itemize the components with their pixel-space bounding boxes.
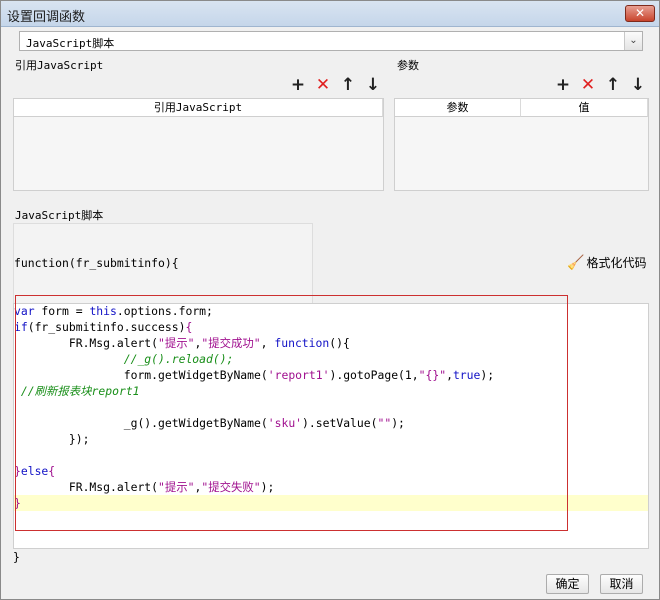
param-up-icon[interactable]: ↑ — [604, 76, 622, 94]
closing-brace: } — [13, 550, 20, 564]
format-code-label: 格式化代码 — [586, 256, 647, 270]
move-up-icon[interactable]: ↑ — [339, 76, 357, 94]
annotation-red-box — [15, 295, 568, 531]
add-param-icon[interactable]: + — [554, 76, 572, 94]
title-bar[interactable]: 设置回调函数 ✕ — [1, 1, 659, 27]
add-icon[interactable]: + — [289, 76, 307, 94]
referenced-js-column-header[interactable]: 引用JavaScript — [14, 99, 383, 117]
param-column-header[interactable]: 参数 — [395, 99, 521, 117]
value-column-header[interactable]: 值 — [521, 99, 648, 117]
script-type-value: JavaScript脚本 — [26, 37, 115, 50]
referenced-js-label: 引用JavaScript — [15, 59, 104, 72]
chevron-down-icon[interactable]: ⌄ — [624, 32, 642, 50]
js-script-label: JavaScript脚本 — [15, 209, 104, 222]
cancel-button[interactable]: 取消 — [600, 574, 643, 594]
callback-dialog: 设置回调函数 ✕ JavaScript脚本 ⌄ 引用JavaScript + ✕… — [0, 0, 660, 600]
ok-button[interactable]: 确定 — [546, 574, 589, 594]
param-down-icon[interactable]: ↓ — [629, 76, 647, 94]
format-code-button[interactable]: 🧹 格式化代码 — [567, 254, 646, 274]
parameters-label: 参数 — [397, 59, 419, 72]
broom-icon: 🧹 — [567, 255, 585, 271]
delete-icon[interactable]: ✕ — [314, 76, 332, 94]
script-type-select[interactable]: JavaScript脚本 ⌄ — [19, 31, 643, 51]
function-signature: function(fr_submitinfo){ — [14, 256, 179, 270]
delete-param-icon[interactable]: ✕ — [579, 76, 597, 94]
parameters-table[interactable]: 参数 值 — [394, 98, 649, 191]
referenced-js-table[interactable]: 引用JavaScript — [13, 98, 384, 191]
move-down-icon[interactable]: ↓ — [364, 76, 382, 94]
close-button[interactable]: ✕ — [625, 5, 655, 22]
dialog-title: 设置回调函数 — [7, 10, 86, 25]
